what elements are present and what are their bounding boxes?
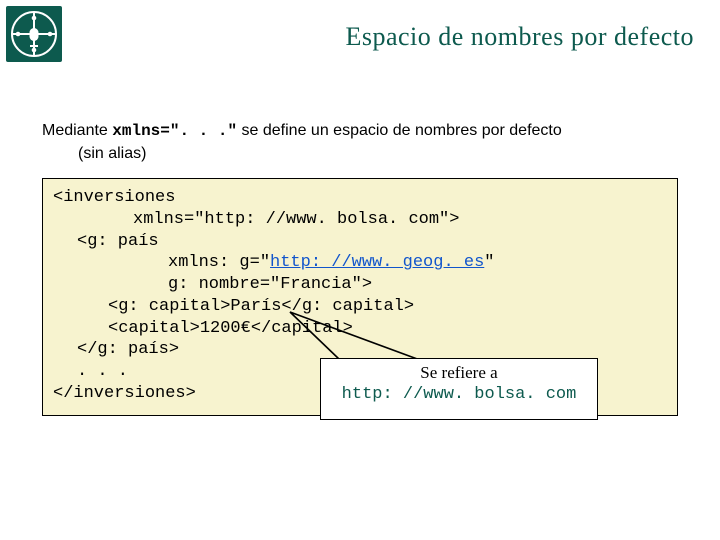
- intro-pre: Mediante: [42, 122, 112, 139]
- code-line: <g: país: [77, 231, 667, 253]
- intro-post: se define un espacio de nombres por defe…: [237, 122, 562, 139]
- logo-badge: [6, 6, 62, 62]
- callout-caption: Se refiere a: [321, 363, 597, 383]
- code-url-link[interactable]: http: //www. geog. es: [270, 253, 484, 272]
- intro-code: xmlns=". . .": [112, 122, 237, 140]
- intro-paragraph: Mediante xmlns=". . ." se define un espa…: [42, 120, 680, 164]
- code-text: xmlns: g=": [168, 253, 270, 272]
- code-line: g: nombre="Francia">: [168, 274, 667, 296]
- page-title: Espacio de nombres por defecto: [345, 22, 694, 52]
- callout-box: Se refiere a http: //www. bolsa. com: [320, 358, 598, 420]
- code-text: ": [484, 253, 494, 272]
- code-line: <g: capital>París</g: capital>: [108, 296, 667, 318]
- intro-line2: (sin alias): [42, 143, 680, 165]
- code-line: xmlns: g="http: //www. geog. es": [168, 252, 667, 274]
- code-line: <inversiones: [53, 187, 667, 209]
- code-line: <capital>1200€</capital>: [108, 318, 667, 340]
- code-line: xmlns="http: //www. bolsa. com">: [133, 209, 667, 231]
- callout-url: http: //www. bolsa. com: [321, 385, 597, 404]
